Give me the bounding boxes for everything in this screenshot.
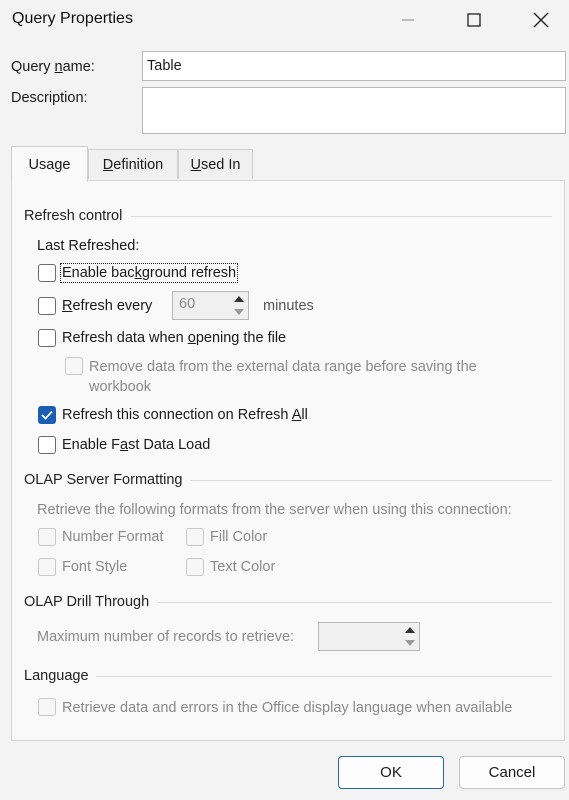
remove-data-label-line1: Remove data from the external data range… — [89, 359, 477, 375]
fill-color-label: Fill Color — [210, 529, 268, 545]
refresh-all-checkbox[interactable] — [38, 406, 56, 424]
remove-data-label-line2: workbook — [89, 379, 152, 395]
refresh-interval-value: 60 — [179, 296, 196, 312]
cancel-button[interactable]: Cancel — [459, 756, 565, 789]
fill-color-checkbox[interactable] — [186, 528, 204, 546]
query-name-input[interactable]: Table — [142, 51, 566, 81]
refresh-every-checkbox[interactable] — [38, 297, 56, 315]
refresh-interval-arrows[interactable] — [230, 292, 248, 319]
description-input[interactable] — [142, 87, 566, 134]
refresh-interval-stepper[interactable]: 60 — [172, 291, 249, 320]
description-label: Description: — [11, 90, 88, 106]
last-refreshed-label: Last Refreshed: — [37, 238, 140, 254]
number-format-label: Number Format — [62, 529, 164, 545]
font-style-label: Font Style — [62, 559, 128, 575]
remove-data-checkbox[interactable] — [65, 357, 83, 375]
language-heading: Language — [24, 668, 89, 684]
maximize-icon — [467, 13, 481, 27]
tab-definition[interactable]: Definition — [88, 149, 178, 179]
tab-used-in[interactable]: Used In — [178, 149, 253, 179]
tab-used-in-label: Used In — [190, 156, 241, 173]
fast-data-load-checkbox[interactable] — [38, 436, 56, 454]
tab-usage[interactable]: Usage — [11, 146, 88, 182]
checkmark-icon — [41, 410, 53, 420]
spin-down-icon[interactable] — [230, 306, 248, 320]
refresh-control-heading: Refresh control — [24, 208, 123, 224]
text-color-checkbox[interactable] — [186, 558, 204, 576]
refresh-every-label[interactable]: Refresh every — [62, 298, 152, 314]
query-name-value: Table — [147, 58, 182, 74]
spin-up-icon[interactable] — [401, 623, 419, 637]
max-records-label: Maximum number of records to retrieve: — [37, 629, 295, 645]
window-title: Query Properties — [12, 10, 133, 27]
text-color-label: Text Color — [210, 559, 276, 575]
tab-definition-label: Definition — [102, 156, 164, 173]
close-button[interactable] — [518, 0, 564, 40]
font-style-checkbox[interactable] — [38, 558, 56, 576]
fast-data-load-label[interactable]: Enable Fast Data Load — [62, 437, 210, 453]
olap-formatting-description: Retrieve the following formats from the … — [37, 502, 512, 518]
olap-formatting-divider — [190, 480, 552, 481]
max-records-arrows[interactable] — [401, 623, 419, 650]
refresh-unit-label: minutes — [263, 298, 314, 314]
query-name-label: Query name: — [11, 59, 95, 75]
office-language-label: Retrieve data and errors in the Office d… — [62, 700, 513, 716]
olap-drill-heading: OLAP Drill Through — [24, 594, 150, 610]
refresh-control-divider — [131, 216, 552, 217]
olap-drill-divider — [158, 602, 552, 603]
refresh-all-label[interactable]: Refresh this connection on Refresh All — [62, 407, 308, 423]
tab-usage-label: Usage — [28, 156, 71, 173]
language-divider — [96, 676, 552, 677]
ok-button[interactable]: OK — [338, 756, 444, 789]
enable-background-refresh-label[interactable]: Enable background refresh — [59, 263, 239, 283]
max-records-value — [319, 623, 401, 650]
maximize-button[interactable] — [451, 0, 497, 40]
max-records-stepper[interactable] — [318, 622, 420, 651]
close-icon — [533, 12, 549, 28]
refresh-on-open-checkbox[interactable] — [38, 329, 56, 347]
number-format-checkbox[interactable] — [38, 528, 56, 546]
olap-formatting-heading: OLAP Server Formatting — [24, 472, 183, 488]
office-language-checkbox[interactable] — [38, 698, 56, 716]
spin-down-icon[interactable] — [401, 637, 419, 651]
spin-up-icon[interactable] — [230, 292, 248, 306]
minimize-button[interactable] — [385, 0, 431, 40]
enable-background-refresh-checkbox[interactable] — [38, 264, 56, 282]
refresh-on-open-label[interactable]: Refresh data when opening the file — [62, 330, 286, 346]
minimize-icon — [402, 19, 414, 21]
